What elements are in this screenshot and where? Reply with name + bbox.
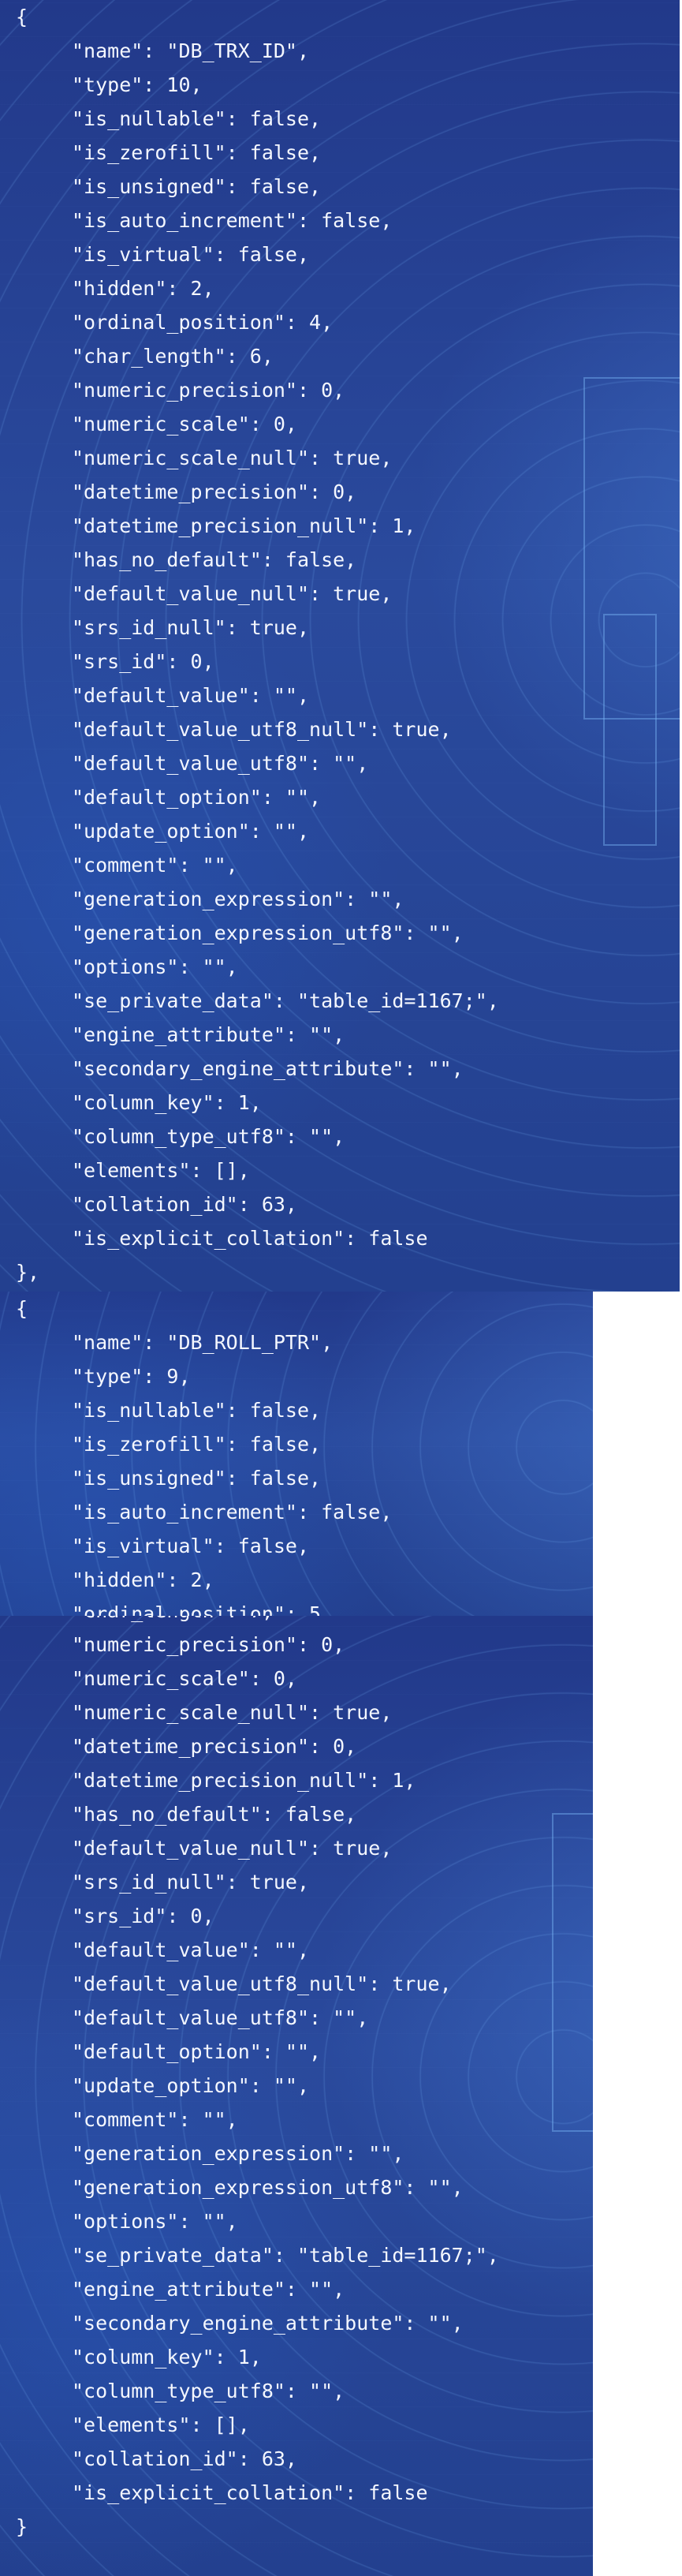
code-panel-2: { "name": "DB_ROLL_PTR", "type": 9, "is_nul… <box>0 1292 593 1616</box>
code-line: "is_virtual": false, <box>72 243 310 266</box>
code-line: "type": 9, <box>72 1365 191 1388</box>
code-line: "numeric_scale_null": true, <box>72 447 393 469</box>
code-line: "default_value_utf8": "", <box>72 752 369 775</box>
code-line: "elements": [], <box>72 1159 250 1182</box>
code-line: "is_virtual": false, <box>72 1535 310 1557</box>
code-panel-1: { "name": "DB_TRX_ID", "type": 10, "is_null… <box>0 0 680 1292</box>
code-line: "srs_id": 0, <box>72 650 214 673</box>
code-line: "ordinal_position": 5, <box>72 1602 334 1616</box>
code-line: "engine_attribute": "", <box>72 1023 345 1046</box>
code-line: "column_type_utf8": "", <box>72 1125 345 1148</box>
code-line: "elements": [], <box>72 2413 250 2436</box>
code-line: "is_explicit_collation": false <box>72 2481 428 2504</box>
code-line: "type": 10, <box>72 73 203 96</box>
code-line: "srs_id": 0, <box>72 1905 214 1927</box>
code-panel-3: "char_length": 7, "numeric_precision": 0,… <box>0 1616 593 2576</box>
code-line: "default_value_utf8_null": true, <box>72 718 452 741</box>
code-line: "is_zerofill": false, <box>72 141 322 164</box>
code-line: "srs_id_null": true, <box>72 616 310 639</box>
brace-open: { <box>16 1297 28 1320</box>
code-line: "ordinal_position": 4, <box>72 311 334 334</box>
code-line: "default_value_utf8_null": true, <box>72 1972 452 1995</box>
decorative-frame <box>583 377 680 720</box>
code-line: "is_unsigned": false, <box>72 1467 322 1490</box>
code-line: "default_value": "", <box>72 1939 310 1961</box>
code-line: "char_length": 7, <box>16 1616 499 1628</box>
code-line: "default_option": "", <box>72 786 322 809</box>
code-line: "numeric_precision": 0, <box>72 379 345 402</box>
code-line: "se_private_data": "table_id=1167;", <box>72 2244 499 2267</box>
code-line: "has_no_default": false, <box>72 1803 357 1826</box>
code-line: "column_key": 1, <box>72 1091 262 1114</box>
code-line: "name": "DB_TRX_ID", <box>72 39 310 62</box>
code-line: "numeric_scale": 0, <box>72 413 297 436</box>
code-line: "numeric_scale": 0, <box>72 1667 297 1690</box>
code-block-1: { "name": "DB_TRX_ID", "type": 10, "is_null… <box>16 0 499 1289</box>
code-line: "update_option": "", <box>72 820 310 843</box>
code-line: "generation_expression_utf8": "", <box>72 2176 464 2199</box>
code-line: "is_zerofill": false, <box>72 1433 322 1456</box>
code-line: "generation_expression": "", <box>72 888 404 910</box>
code-line: "comment": "", <box>72 854 238 877</box>
decorative-frame <box>552 1813 593 2132</box>
code-block-2a: { "name": "DB_ROLL_PTR", "type": 9, "is_nul… <box>16 1292 392 1616</box>
code-line: "char_length": 6, <box>72 345 274 368</box>
code-line: "name": "DB_ROLL_PTR", <box>72 1331 334 1354</box>
code-line: "is_auto_increment": false, <box>72 209 393 232</box>
code-line: "is_explicit_collation": false <box>72 1227 428 1250</box>
code-line: "comment": "", <box>72 2108 238 2131</box>
code-line: "is_nullable": false, <box>72 107 322 130</box>
code-line: "hidden": 2, <box>72 1568 214 1591</box>
code-line: "default_value": "", <box>72 684 310 707</box>
brace-open: { <box>16 6 28 28</box>
code-line: "options": "", <box>72 2210 238 2233</box>
code-line: "datetime_precision": 0, <box>72 1735 357 1758</box>
code-line: "options": "", <box>72 955 238 978</box>
code-line: "is_auto_increment": false, <box>72 1501 393 1524</box>
code-line: "is_nullable": false, <box>72 1399 322 1422</box>
code-line: "column_type_utf8": "", <box>72 2380 345 2402</box>
code-line: "srs_id_null": true, <box>72 1871 310 1894</box>
code-line: "datetime_precision_null": 1, <box>72 514 416 537</box>
decorative-frame-inner <box>603 614 657 846</box>
code-line: "default_value_null": true, <box>72 1837 393 1860</box>
code-line: "has_no_default": false, <box>72 548 357 571</box>
code-line: "column_key": 1, <box>72 2346 262 2368</box>
brace-close: }, <box>16 1261 40 1284</box>
code-line: "default_value_utf8": "", <box>72 2006 369 2029</box>
code-line: "datetime_precision_null": 1, <box>72 1769 416 1792</box>
code-line: "update_option": "", <box>72 2074 310 2097</box>
code-line: "datetime_precision": 0, <box>72 480 357 503</box>
code-line: "engine_attribute": "", <box>72 2278 345 2301</box>
code-line: "hidden": 2, <box>72 277 214 300</box>
code-line: "default_value_null": true, <box>72 582 393 605</box>
code-line: "is_unsigned": false, <box>72 175 322 198</box>
code-line: "collation_id": 63, <box>72 2447 297 2470</box>
code-line: "collation_id": 63, <box>72 1193 297 1216</box>
code-line: "generation_expression_utf8": "", <box>72 922 464 944</box>
brace-close: } <box>16 2515 28 2538</box>
code-line: "secondary_engine_attribute": "", <box>72 2312 464 2335</box>
code-line: "secondary_engine_attribute": "", <box>72 1057 464 1080</box>
code-line: "numeric_scale_null": true, <box>72 1701 393 1724</box>
code-line: "generation_expression": "", <box>72 2142 404 2165</box>
code-line: "numeric_precision": 0, <box>72 1633 345 1656</box>
code-block-2b: "char_length": 7, "numeric_precision": 0,… <box>16 1616 499 2544</box>
code-line: "default_option": "", <box>72 2040 322 2063</box>
code-line: "se_private_data": "table_id=1167;", <box>72 989 499 1012</box>
